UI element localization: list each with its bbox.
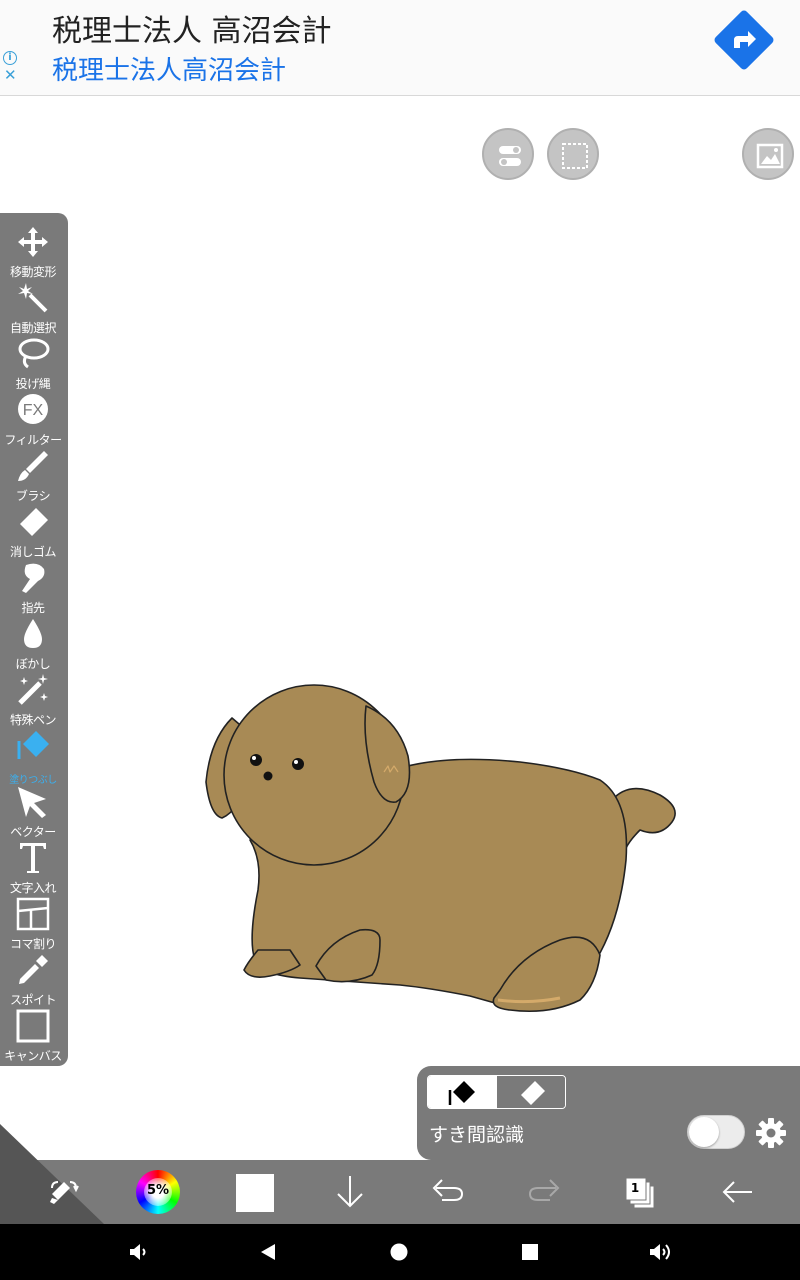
ad-close-icon[interactable]: ✕ xyxy=(4,66,17,84)
undo-icon[interactable] xyxy=(428,1160,468,1224)
gap-detection-toggle[interactable] xyxy=(687,1115,745,1149)
move-arrows-icon xyxy=(18,227,48,257)
tool-palette: 移動変形 自動選択 投げ縄 FX フィルター ブラシ 消しゴム 指先 ぼかし 特… xyxy=(0,213,68,1066)
tool-blur[interactable]: ぼかし xyxy=(0,617,68,673)
tool-auto-select-label: 自動選択 xyxy=(9,321,57,335)
ad-banner[interactable]: 税理士法人 高沼会計 税理士法人高沼会計 i ✕ xyxy=(0,0,800,96)
tool-vector[interactable]: ベクター xyxy=(0,785,68,841)
tool-move-label: 移動変形 xyxy=(9,265,57,279)
volume-down-icon[interactable] xyxy=(128,1242,150,1262)
dog-illustration xyxy=(205,684,676,1013)
volume-up-icon[interactable] xyxy=(648,1241,674,1263)
canvas-icon xyxy=(16,1009,50,1043)
directions-arrow-icon xyxy=(734,31,756,48)
magic-wand-icon xyxy=(18,283,48,313)
tool-text-label: 文字入れ xyxy=(9,881,57,895)
fill-mode-erase-button[interactable] xyxy=(497,1076,565,1108)
tool-fill-label: 塗りつぶし xyxy=(9,775,57,786)
tool-move[interactable]: 移動変形 xyxy=(0,225,68,281)
fill-bucket-icon xyxy=(17,731,49,759)
fill-mode-fill-button[interactable] xyxy=(428,1076,497,1108)
app-root: { "ad": { "title": "税理士法人 高沼会計", "subtit… xyxy=(0,0,800,1280)
gap-detection-label: すき間認識 xyxy=(429,1124,525,1146)
tool-eraser[interactable]: 消しゴム xyxy=(0,505,68,561)
brush-icon xyxy=(18,451,48,481)
frame-split-icon xyxy=(16,897,50,931)
redo-icon[interactable] xyxy=(524,1160,564,1224)
tool-canvas[interactable]: キャンバス xyxy=(0,1009,68,1065)
tool-lasso[interactable]: 投げ縄 xyxy=(0,337,68,393)
tool-filter[interactable]: FX フィルター xyxy=(0,393,68,449)
tool-frame[interactable]: コマ割り xyxy=(0,897,68,953)
fx-text: FX xyxy=(23,402,44,419)
tool-filter-label: フィルター xyxy=(4,433,62,447)
eraser-icon xyxy=(521,1081,545,1105)
eraser-icon xyxy=(20,508,48,536)
tool-finger-label: 指先 xyxy=(21,601,45,615)
layers-button[interactable]: 1 xyxy=(624,1160,660,1224)
swap-arrows-icon xyxy=(50,1181,79,1204)
tool-eraser-label: 消しゴム xyxy=(9,545,57,559)
tool-vector-label: ベクター xyxy=(10,825,56,839)
tool-eyedropper[interactable]: スポイト xyxy=(0,953,68,1009)
tool-special-pen[interactable]: 特殊ペン xyxy=(0,673,68,729)
tool-special-pen-label: 特殊ペン xyxy=(9,713,57,727)
color-picker-button[interactable]: 5% xyxy=(136,1170,180,1214)
toggle-knob xyxy=(689,1117,719,1147)
nav-recents-icon[interactable] xyxy=(520,1242,540,1262)
special-pen-icon xyxy=(18,674,48,705)
nav-back-icon[interactable] xyxy=(258,1242,278,1262)
layer-count: 1 xyxy=(630,1181,640,1195)
tool-canvas-label: キャンバス xyxy=(4,1049,62,1063)
fill-bucket-icon xyxy=(448,1081,475,1105)
tool-brush[interactable]: ブラシ xyxy=(0,449,68,505)
text-t-icon xyxy=(20,843,46,873)
fill-mode-segmented xyxy=(427,1075,566,1109)
tool-brush-label: ブラシ xyxy=(15,489,51,503)
brush-size-percent: 5% xyxy=(146,1183,170,1198)
tool-eyedropper-label: スポイト xyxy=(9,993,57,1007)
ad-title[interactable]: 税理士法人 高沼会計 xyxy=(52,6,332,50)
tool-text[interactable]: 文字入れ xyxy=(0,841,68,897)
ad-info-icon[interactable]: i xyxy=(3,51,17,65)
fill-options-panel: すき間認識 xyxy=(417,1066,800,1160)
tool-fill[interactable]: 塗りつぶし xyxy=(0,729,68,786)
tool-lasso-label: 投げ縄 xyxy=(15,377,51,391)
canvas-drawing[interactable] xyxy=(0,96,800,1160)
bottom-toolbar xyxy=(0,1160,800,1224)
nav-home-icon[interactable] xyxy=(389,1242,409,1262)
tool-auto-select[interactable]: 自動選択 xyxy=(0,281,68,337)
eyedropper-icon xyxy=(19,955,48,984)
ad-subtitle[interactable]: 税理士法人高沼会計 xyxy=(52,50,286,87)
tool-blur-label: ぼかし xyxy=(15,657,51,671)
lasso-icon xyxy=(18,338,50,369)
download-arrow-icon[interactable] xyxy=(332,1160,368,1224)
tool-frame-label: コマ割り xyxy=(9,937,57,951)
current-color-swatch[interactable] xyxy=(236,1174,274,1212)
fx-icon: FX xyxy=(18,394,48,424)
back-arrow-icon[interactable] xyxy=(718,1160,758,1224)
vector-cursor-icon xyxy=(18,787,46,818)
color-swap-button[interactable] xyxy=(44,1160,84,1224)
system-nav-bar xyxy=(0,1224,800,1280)
drop-icon xyxy=(24,619,42,648)
gear-icon[interactable] xyxy=(755,1117,787,1149)
tool-finger[interactable]: 指先 xyxy=(0,561,68,617)
finger-icon xyxy=(22,563,45,593)
